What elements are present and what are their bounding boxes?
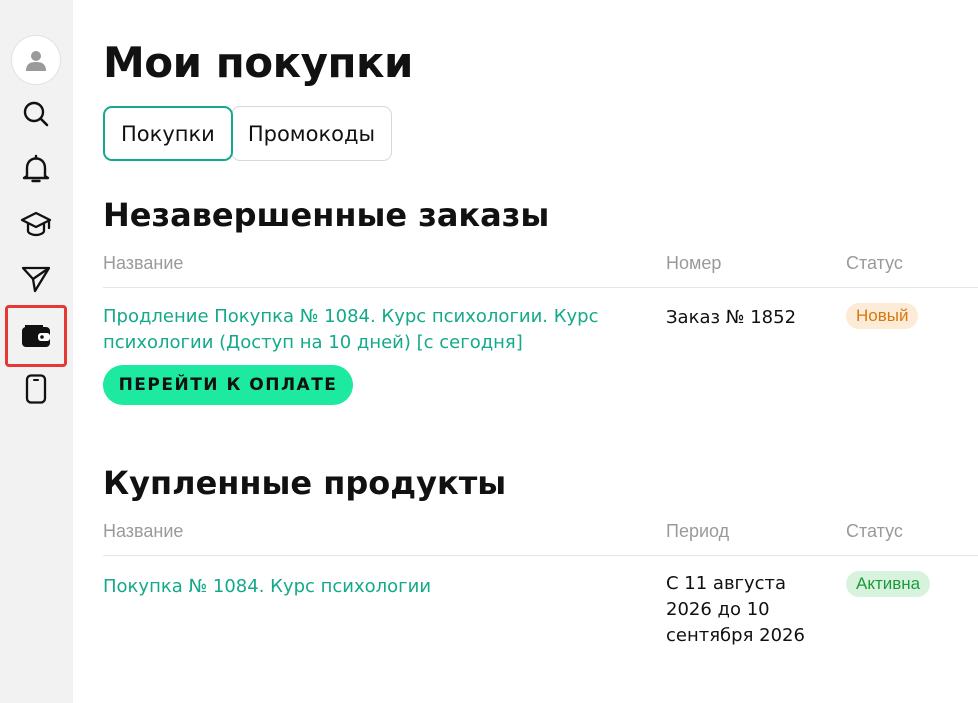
sidebar-item-courses[interactable] — [10, 198, 62, 250]
pending-col-name: Название — [103, 253, 184, 273]
page-title: Мои покупки — [103, 38, 413, 87]
profile-avatar[interactable] — [11, 35, 61, 85]
pending-divider — [103, 287, 978, 288]
sidebar-item-purchases[interactable] — [5, 305, 67, 367]
tabs: Покупки Промокоды — [103, 106, 393, 161]
user-icon — [26, 51, 46, 71]
graduation-cap-icon — [20, 211, 52, 237]
sidebar-item-search[interactable] — [10, 88, 62, 140]
sidebar-item-notifications[interactable] — [10, 143, 62, 195]
pending-order-number: Заказ № 1852 — [666, 307, 797, 328]
purchased-divider — [103, 555, 978, 556]
purchased-col-period: Период — [666, 521, 730, 541]
sidebar-item-mobile-app[interactable] — [10, 363, 62, 415]
pending-orders-title: Незавершенные заказы — [103, 196, 550, 234]
go-to-payment-button[interactable]: ПЕРЕЙТИ К ОПЛАТЕ — [103, 365, 353, 405]
status-badge-new: Новый — [846, 303, 919, 329]
bell-icon — [22, 154, 50, 183]
purchased-col-name: Название — [103, 521, 184, 541]
paper-plane-icon — [21, 266, 51, 293]
purchased-products-title: Купленные продукты — [103, 464, 507, 502]
purchased-col-status: Статус — [846, 521, 903, 541]
pending-order-name-link[interactable]: Продление Покупка № 1084. Курс психологи… — [103, 304, 643, 356]
pending-col-status: Статус — [846, 253, 903, 273]
tab-promocodes[interactable]: Промокоды — [230, 106, 393, 161]
status-badge-active: Активна — [846, 571, 931, 597]
sidebar — [0, 0, 73, 703]
purchased-product-period: С 11 августа 2026 до 10 сентября 2026 — [666, 573, 805, 646]
wallet-icon — [22, 325, 50, 347]
pending-col-number: Номер — [666, 253, 722, 273]
smartphone-icon — [25, 374, 47, 404]
search-icon — [23, 101, 49, 127]
tab-purchases[interactable]: Покупки — [103, 106, 233, 161]
purchased-product-name-link[interactable]: Покупка № 1084. Курс психологии — [103, 574, 643, 600]
sidebar-item-messages[interactable] — [10, 253, 62, 305]
